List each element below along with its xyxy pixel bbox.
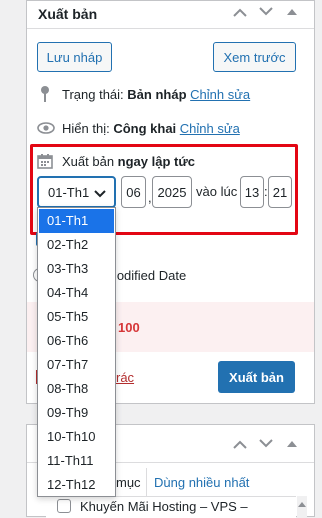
- month-option[interactable]: 07-Th7: [39, 353, 114, 377]
- month-option[interactable]: 12-Th12: [39, 473, 114, 497]
- modified-date-label: Modified Date: [106, 268, 187, 283]
- visibility-value: Công khai: [113, 121, 177, 136]
- publish-panel-title: Xuất bản: [38, 6, 98, 22]
- move-down-icon[interactable]: [258, 6, 274, 22]
- status-value: Bản nháp: [127, 87, 187, 102]
- month-selected-value: 01-Th1: [48, 184, 90, 200]
- month-option[interactable]: 06-Th6: [39, 329, 114, 353]
- categories-move-down-icon[interactable]: [258, 438, 274, 454]
- status-label: Trạng thái:: [62, 87, 124, 102]
- at-label: vào lúc: [196, 184, 238, 199]
- left-background: [0, 0, 27, 517]
- tab-separator: [146, 468, 147, 496]
- eye-icon: [37, 122, 55, 137]
- month-option[interactable]: 04-Th4: [39, 281, 114, 305]
- categories-move-up-icon[interactable]: [232, 438, 248, 454]
- right-background: [314, 0, 322, 517]
- category-checkbox[interactable]: [57, 499, 71, 513]
- publish-schedule-row: Xuất bản ngay lập tức: [62, 154, 195, 169]
- preview-button[interactable]: Xem trước: [213, 42, 296, 72]
- tab-all-categories[interactable]: mục: [116, 475, 141, 490]
- collapse-toggle-icon[interactable]: [286, 6, 298, 22]
- categories-scrollbar[interactable]: [297, 496, 307, 517]
- categories-collapse-icon[interactable]: [286, 438, 298, 454]
- day-input[interactable]: 06: [121, 176, 146, 208]
- publish-value: ngay lập tức: [117, 154, 195, 169]
- month-option[interactable]: 01-Th1: [39, 209, 114, 233]
- minute-input[interactable]: 21: [268, 176, 292, 208]
- edit-status-link[interactable]: Chỉnh sửa: [190, 87, 250, 102]
- calendar-icon: [37, 153, 53, 172]
- save-draft-button[interactable]: Lưu nháp: [37, 42, 112, 72]
- edit-visibility-link[interactable]: Chỉnh sửa: [180, 121, 240, 136]
- month-option[interactable]: 10-Th10: [39, 425, 114, 449]
- pin-icon: [38, 85, 52, 106]
- move-up-icon[interactable]: [232, 6, 248, 22]
- month-option[interactable]: 05-Th5: [39, 305, 114, 329]
- month-option[interactable]: 02-Th2: [39, 233, 114, 257]
- month-option[interactable]: 09-Th9: [39, 401, 114, 425]
- tab-most-used[interactable]: Dùng nhiều nhất: [154, 475, 249, 490]
- score-value: 100: [118, 320, 140, 335]
- hour-input[interactable]: 13: [240, 176, 264, 208]
- category-item-label: Khuyến Mãi Hosting – VPS –: [80, 499, 248, 514]
- visibility-label: Hiển thị:: [62, 121, 110, 136]
- month-select[interactable]: 01-Th1: [37, 176, 116, 208]
- chevron-down-icon: [94, 187, 106, 202]
- publish-label: Xuất bản: [62, 154, 115, 169]
- month-option[interactable]: 03-Th3: [39, 257, 114, 281]
- publish-button[interactable]: Xuất bản: [218, 361, 295, 393]
- status-row: Trạng thái: Bản nháp Chỉnh sửa: [62, 87, 250, 102]
- move-to-trash-link[interactable]: rác: [116, 370, 134, 385]
- month-option[interactable]: 11-Th11: [39, 449, 114, 473]
- header-divider: [27, 28, 314, 29]
- year-input[interactable]: 2025: [152, 176, 192, 208]
- month-option[interactable]: 08-Th8: [39, 377, 114, 401]
- month-dropdown: 01-Th1 02-Th2 03-Th3 04-Th4 05-Th5 06-Th6 07-T…: [37, 207, 116, 497]
- visibility-row: Hiển thị: Công khai Chỉnh sửa: [62, 121, 240, 136]
